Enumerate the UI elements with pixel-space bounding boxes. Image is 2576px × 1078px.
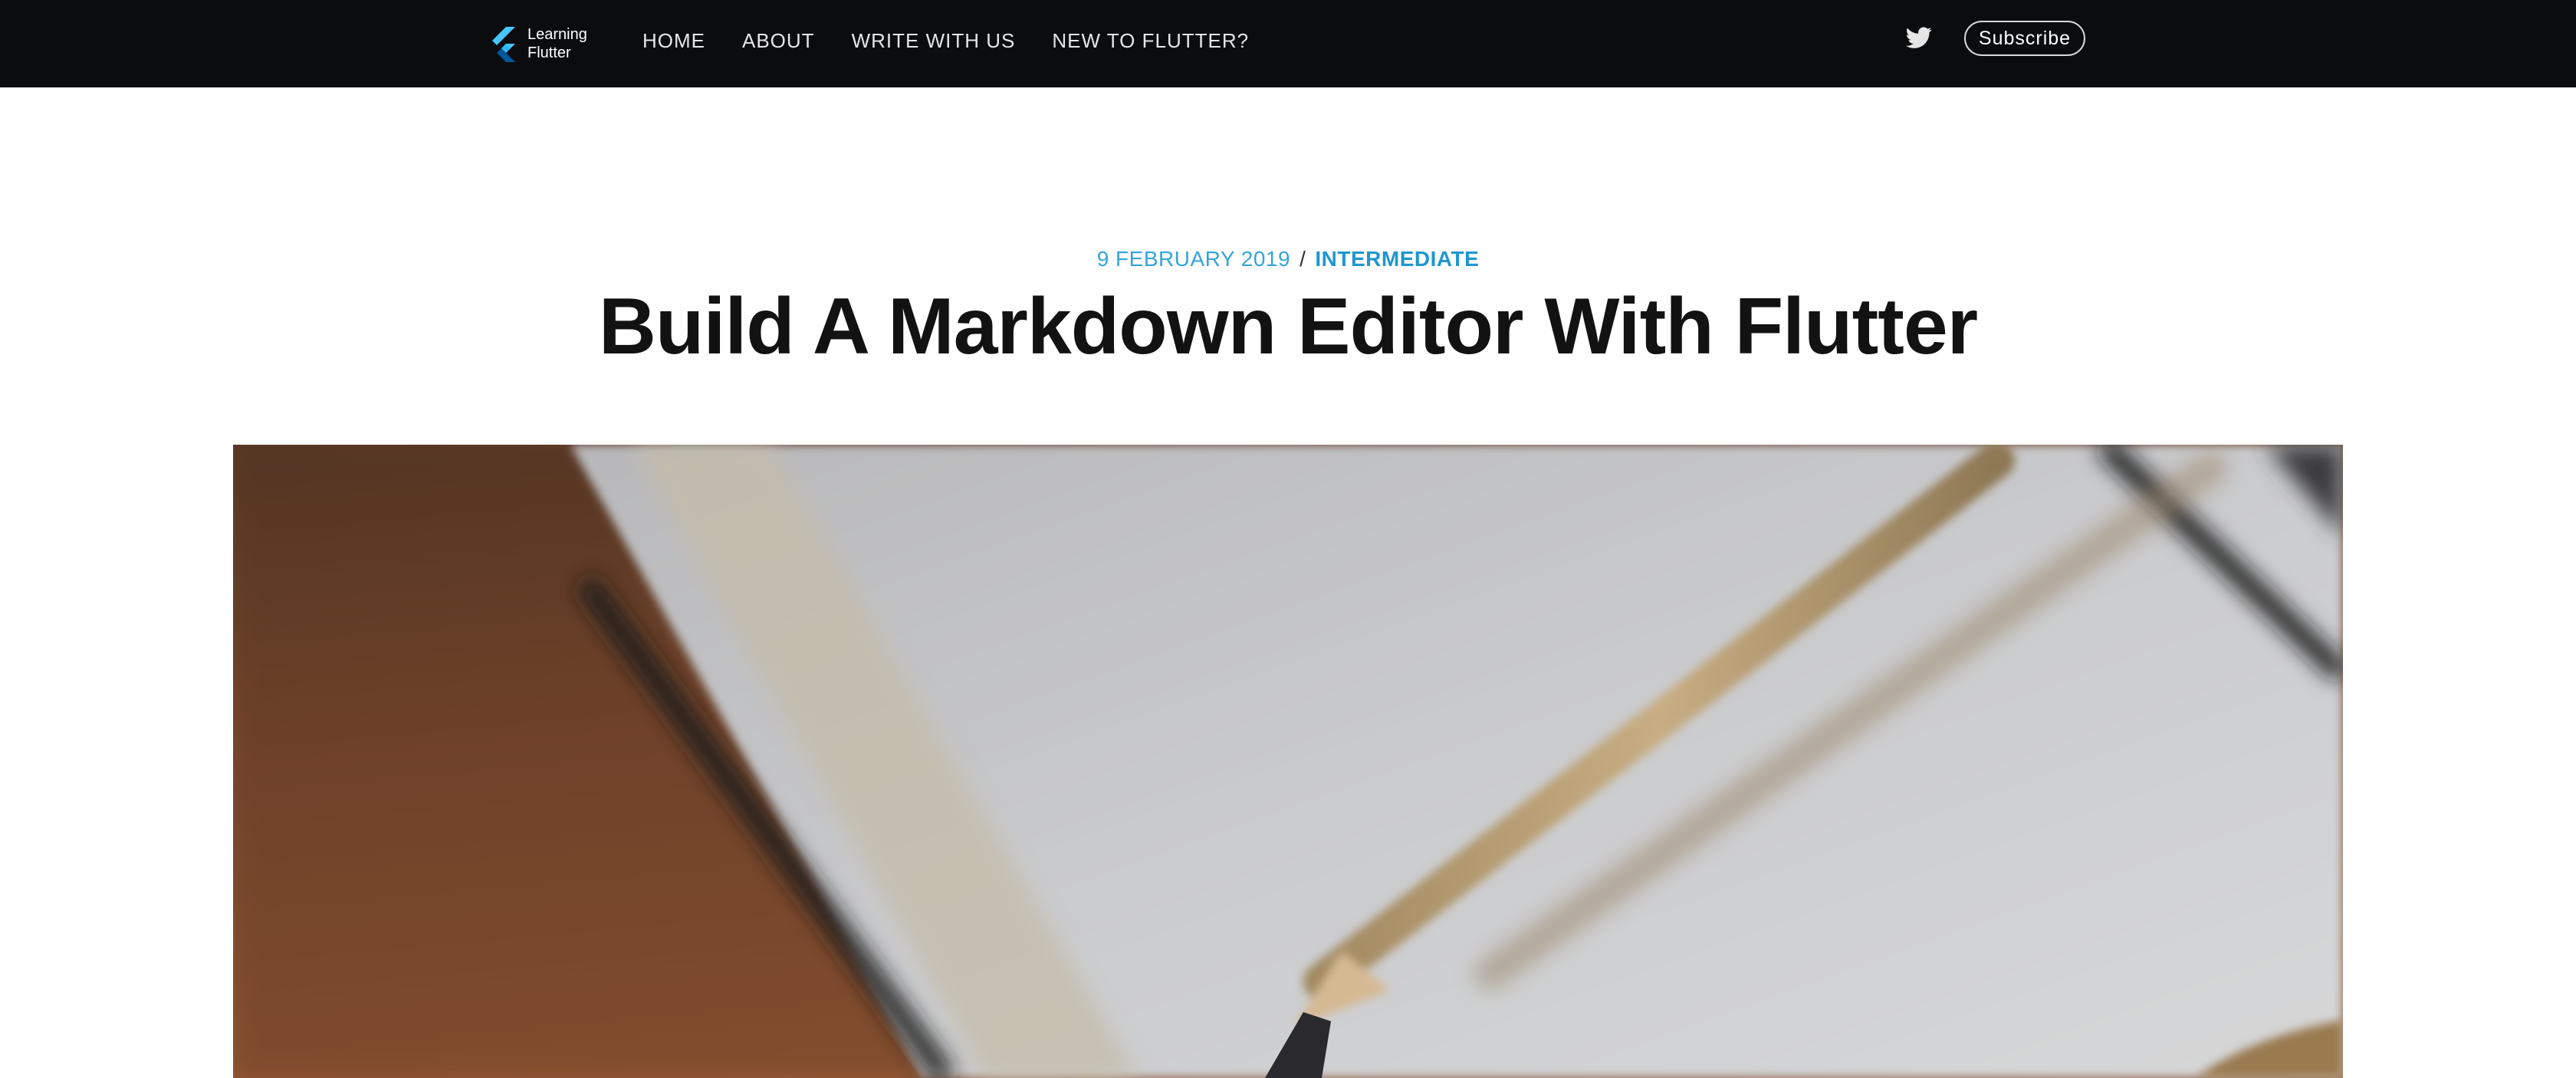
post-date: 9 FEBRUARY 2019 — [1096, 247, 1291, 271]
main-nav: HOME ABOUT WRITE WITH US NEW TO FLUTTER? — [642, 0, 1286, 81]
subscribe-button[interactable]: Subscribe — [1964, 21, 2085, 56]
twitter-icon — [1906, 27, 1932, 48]
post-meta: 9 FEBRUARY 2019 / INTERMEDIATE — [0, 247, 2576, 271]
logo-text: Learning Flutter — [527, 25, 587, 62]
post-tag-link[interactable]: INTERMEDIATE — [1315, 247, 1479, 271]
nav-item-home[interactable]: HOME — [642, 29, 705, 53]
logo-line-1: Learning — [527, 26, 587, 43]
logo-line-2: Flutter — [527, 44, 571, 61]
meta-separator: / — [1300, 247, 1306, 271]
site-header: Learning Flutter HOME ABOUT WRITE WITH U… — [0, 0, 2576, 87]
hero-image — [233, 445, 2343, 1078]
site-logo[interactable]: Learning Flutter — [489, 21, 587, 66]
nav-item-about[interactable]: ABOUT — [742, 29, 815, 53]
flutter-logo-icon — [492, 27, 515, 62]
nav-item-write-with-us[interactable]: WRITE WITH US — [852, 29, 1016, 53]
post-title: Build A Markdown Editor With Flutter — [598, 282, 1978, 371]
nav-item-new-to-flutter[interactable]: NEW TO FLUTTER? — [1052, 29, 1249, 53]
twitter-link[interactable] — [1906, 25, 1932, 51]
